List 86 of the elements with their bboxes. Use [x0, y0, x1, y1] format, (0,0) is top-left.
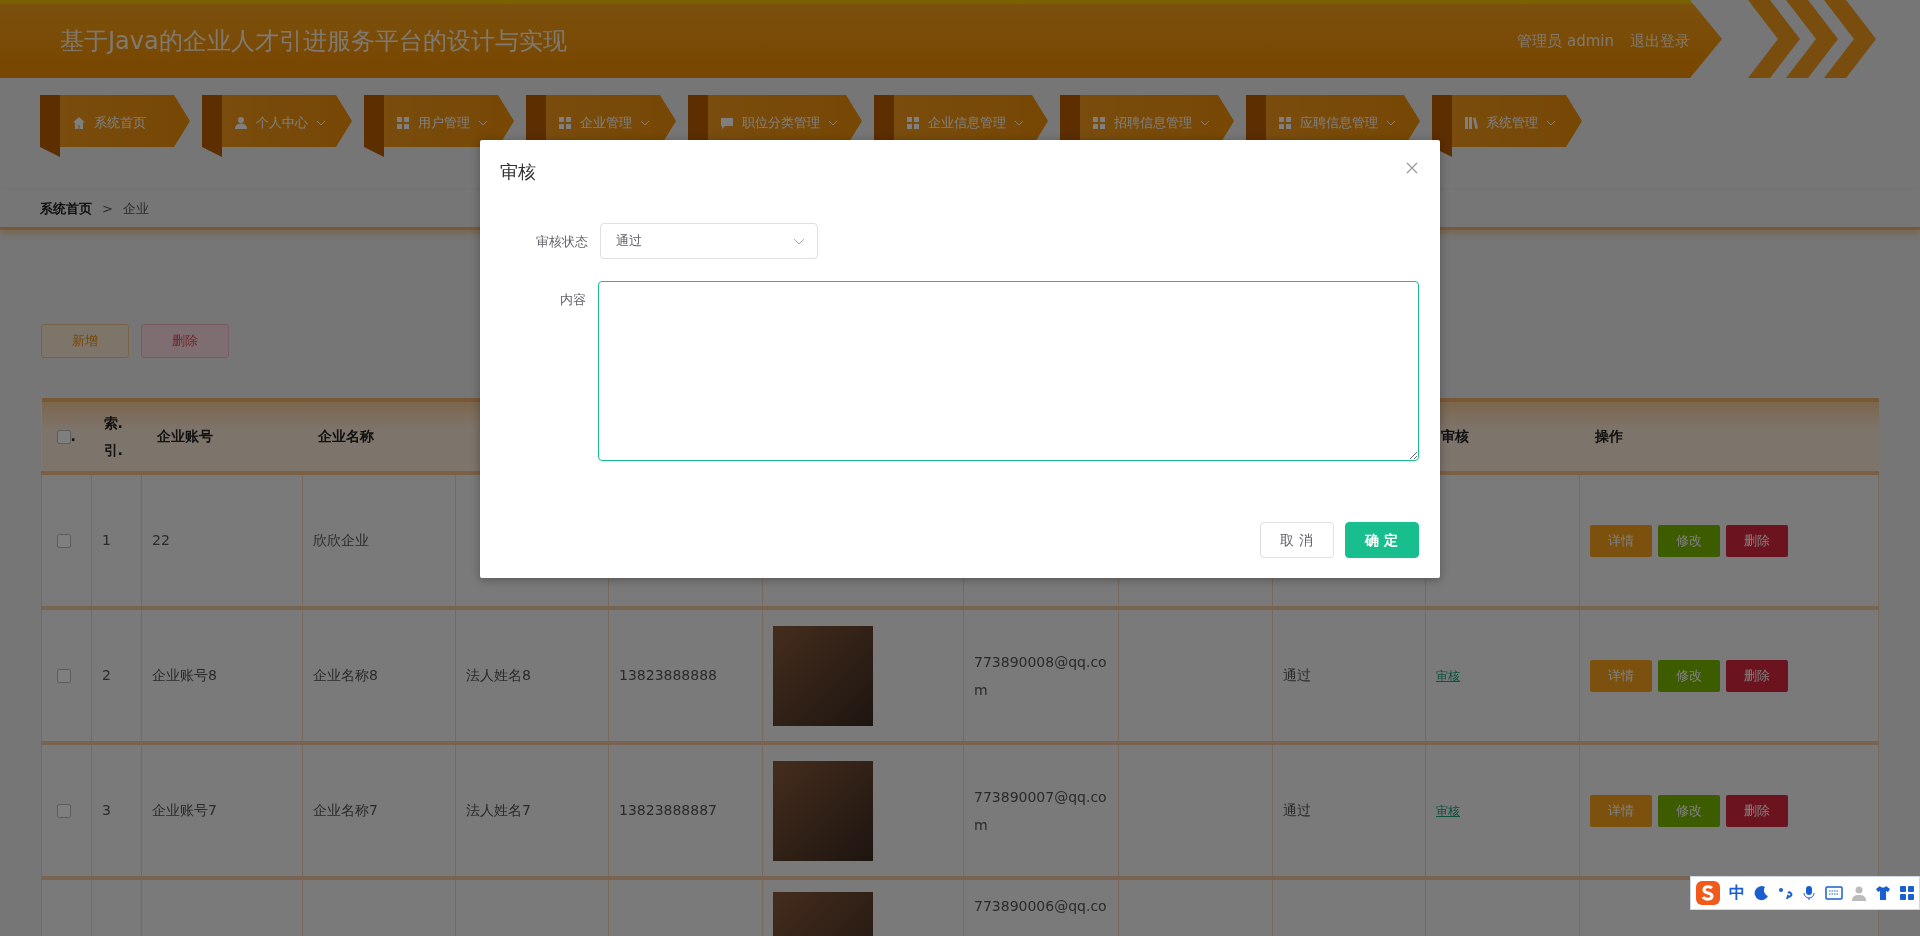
review-link[interactable]: 审核: [1436, 669, 1460, 683]
chevron-down-icon: [1386, 120, 1396, 126]
grid-icon: [558, 116, 572, 130]
chevron-down-icon: [478, 120, 488, 126]
table-cell-text: 773890007@qq.com: [974, 788, 1107, 833]
select-all-checkbox[interactable]: [56, 430, 71, 444]
table-cell-text: 企业名称8: [313, 667, 378, 683]
row-checkbox[interactable]: [57, 804, 71, 818]
chevron-down-icon: [1546, 120, 1556, 126]
nav-menu-item[interactable]: 系统首页: [40, 95, 190, 157]
table-cell-text: 13823888888: [619, 667, 717, 683]
review-link[interactable]: 审核: [1436, 804, 1460, 818]
book-icon: [1464, 116, 1478, 130]
site-title: 基于Java的企业人才引进服务平台的设计与实现: [60, 26, 567, 57]
table-cell-text: 企业名称7: [313, 802, 378, 818]
field-label: 审核状态: [535, 233, 588, 251]
table-cell-text: 3: [102, 802, 111, 818]
table-cell-text: 13823888887: [619, 802, 717, 818]
header-text: .: [70, 428, 76, 444]
user-icon: [1851, 885, 1867, 901]
nav-menu-item[interactable]: 系统管理: [1432, 95, 1582, 157]
logo-icon: [1695, 880, 1721, 906]
grid-icon: [1278, 116, 1292, 130]
table-cell-text: 1: [102, 532, 111, 548]
grid-icon: [1899, 885, 1915, 901]
nav-menu-item[interactable]: 个人中心: [202, 95, 352, 157]
table-cell-text: 773890008@qq.com: [974, 653, 1107, 698]
edit-button[interactable]: 修改: [1658, 659, 1720, 692]
content-field[interactable]: [598, 281, 1419, 461]
chevron-down-icon: [316, 120, 326, 126]
grid-icon: [906, 116, 920, 130]
column-header: 操作: [1594, 428, 1623, 444]
table-cell-text: 通过: [1283, 667, 1311, 683]
delete-button[interactable]: 删除: [1726, 524, 1788, 557]
user-icon: [234, 116, 248, 130]
detail-button[interactable]: 详情: [1590, 524, 1652, 557]
grid-icon: [1092, 116, 1106, 130]
delete-button[interactable]: 删除: [141, 324, 229, 358]
status-select[interactable]: 通过: [600, 223, 818, 259]
dialog-title: 审核: [500, 160, 536, 184]
table-cell-text: 企业账号7: [152, 802, 217, 818]
cancel-button[interactable]: 取消: [1260, 522, 1334, 558]
chevron-down-icon: [1014, 120, 1024, 126]
admin-label: 管理员 admin: [1517, 30, 1614, 52]
detail-button[interactable]: 详情: [1590, 794, 1652, 827]
nav-menu-item[interactable]: 用户管理: [364, 95, 514, 157]
moon-icon: [1753, 885, 1769, 901]
table-cell-text: 22: [152, 532, 170, 548]
table-cell-text: 通过: [1283, 802, 1311, 818]
breadcrumb-separator: >: [102, 199, 113, 218]
chevron-down-icon: [640, 120, 650, 126]
edit-button[interactable]: 修改: [1658, 524, 1720, 557]
close-icon[interactable]: [1406, 162, 1418, 174]
edit-button[interactable]: 修改: [1658, 794, 1720, 827]
shirt-icon: [1875, 885, 1891, 901]
delete-button[interactable]: 删除: [1726, 794, 1788, 827]
chevron-down-icon: [1200, 120, 1210, 126]
breadcrumb-link[interactable]: 系统首页: [40, 198, 92, 219]
keyboard-icon: [1825, 886, 1843, 900]
table-cell-text: 企业账号8: [152, 667, 217, 683]
row-checkbox[interactable]: [57, 534, 71, 548]
delete-button[interactable]: 删除: [1726, 659, 1788, 692]
detail-button[interactable]: 详情: [1590, 659, 1652, 692]
chevron-down-icon: [793, 237, 805, 245]
column-header: 企业名称: [317, 428, 374, 444]
grid-icon: [396, 116, 410, 130]
confirm-button[interactable]: 确定: [1345, 522, 1419, 558]
home-icon: [72, 116, 86, 130]
punctuation-icon: [1777, 885, 1793, 901]
row-checkbox[interactable]: [57, 669, 71, 683]
field-label: 内容: [559, 291, 587, 309]
microphone-icon: [1801, 885, 1817, 901]
logout-link[interactable]: 退出登录: [1630, 29, 1690, 53]
column-header: 索.引.: [103, 414, 123, 458]
column-header: 企业账号: [156, 428, 213, 444]
table-cell-text: 773890006@qq.co: [974, 898, 1107, 914]
table-cell-text: 欣欣企业: [313, 532, 369, 548]
chat-icon: [720, 116, 734, 130]
table-cell-text: 法人姓名7: [466, 802, 531, 818]
table-cell-text: 法人姓名8: [466, 667, 531, 683]
chevron-down-icon: [828, 120, 838, 126]
column-header: 审核: [1440, 428, 1469, 444]
breadcrumb-current: 企业: [122, 199, 149, 218]
table-cell-text: 2: [102, 667, 111, 683]
add-button[interactable]: 新增: [41, 324, 129, 358]
input-mode-text: 中: [1729, 882, 1745, 904]
